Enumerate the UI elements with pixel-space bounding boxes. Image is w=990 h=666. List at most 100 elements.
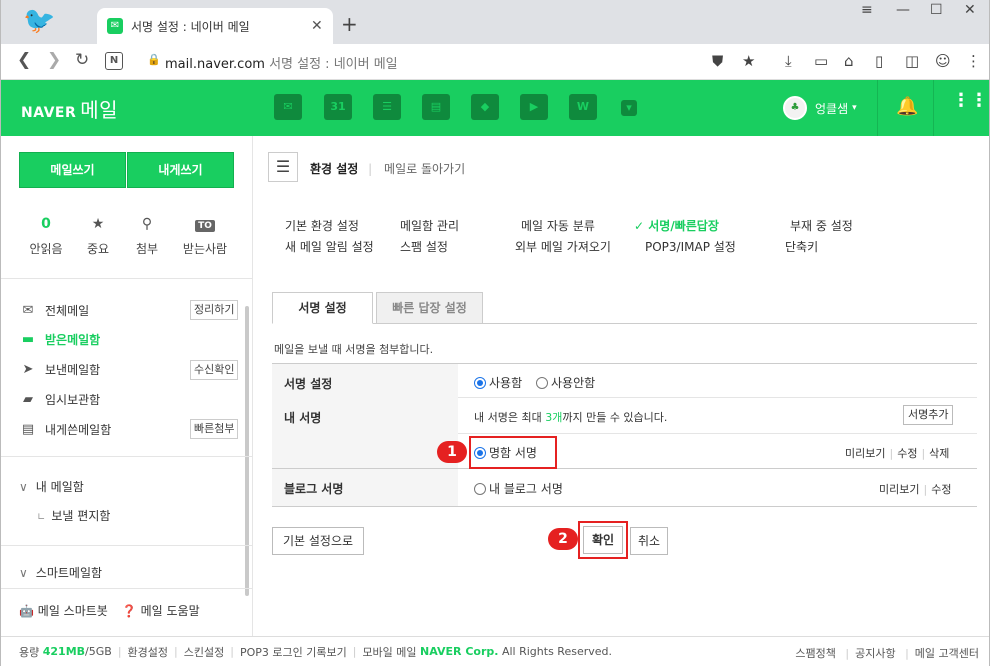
preview-link[interactable]: 미리보기 [845, 447, 885, 460]
home-app-icon[interactable]: W [569, 94, 597, 120]
radio-blog-signature[interactable]: 내 블로그 서명 [474, 480, 563, 497]
reset-default-button[interactable]: 기본 설정으로 [272, 527, 364, 555]
cube-app-icon[interactable]: ◆ [471, 94, 499, 120]
folder-all-mail[interactable]: ✉ 전체메일 [19, 299, 90, 321]
tab-underline [272, 323, 977, 324]
quick-attach-button[interactable]: 빠른첨부 [190, 419, 239, 439]
more-menu-icon[interactable]: ⋮ [966, 52, 981, 70]
footer-link-support[interactable]: 메일 고객센터 [915, 647, 979, 660]
folder-outbox[interactable]: ∟ 보낼 편지함 [37, 507, 110, 524]
tab-close-icon[interactable]: ✕ [311, 18, 333, 34]
quick-to-me[interactable]: TO 받는사람 [180, 216, 230, 257]
step-1-badge: 1 [437, 441, 467, 463]
hamburger-menu-icon[interactable]: ☰ [268, 152, 298, 182]
settings-link-mailbox[interactable]: 메일함 관리 [400, 217, 540, 234]
row-label-my-signature: 내 서명 [284, 411, 322, 425]
sidebar-icon[interactable]: ◫ [905, 52, 919, 70]
quick-unread[interactable]: 0 안읽음 [21, 216, 71, 257]
folder-label: 보낸메일함 [45, 362, 101, 377]
more-apps-icon[interactable]: ▾ [621, 100, 637, 116]
tab-signature[interactable]: 서명 설정 [272, 292, 373, 324]
smartbot-link[interactable]: 🤖 메일 스마트봇 [19, 602, 108, 619]
camera-icon[interactable]: ⌂ [844, 52, 854, 70]
quick-important[interactable]: ★ 중요 [73, 216, 123, 257]
edit-link[interactable]: 수정 [931, 483, 951, 496]
tab-quick-reply[interactable]: 빠른 답장 설정 [376, 292, 483, 324]
app-grid-icon[interactable]: ⋮⋮⋮ [952, 92, 990, 110]
naver-mail-logo[interactable]: NAVER 메일 [21, 94, 118, 123]
folder-sent[interactable]: ➤ 보낸메일함 [19, 358, 101, 380]
delete-link[interactable]: 삭제 [929, 447, 949, 460]
bell-icon[interactable]: 🔔 [896, 96, 918, 117]
footer-link-spam-policy[interactable]: 스팸정책 [795, 647, 835, 660]
my-mailbox-group[interactable]: ∨ 내 메일함 [19, 478, 84, 495]
quick-attachment[interactable]: ⚲ 첨부 [122, 216, 172, 257]
reload-icon[interactable]: ↻ [75, 50, 89, 70]
write-to-self-button[interactable]: 내게쓰기 [127, 152, 234, 188]
browser-toolbar: ❮ ❯ ↻ N 🔒 mail.naver.com 서명 설정 : 네이버 메일 … [1, 44, 989, 80]
folder-inbox[interactable]: ▬ 받은메일함 [19, 328, 100, 350]
settings-link-import[interactable]: 외부 메일 가져오기 [515, 238, 655, 255]
preview-link[interactable]: 미리보기 [879, 483, 919, 496]
radio-use[interactable]: 사용함 [474, 374, 522, 391]
close-window-icon[interactable]: ✕ [964, 2, 976, 18]
limit-suffix: 까지 만들 수 있습니다. [562, 411, 668, 424]
blog-signature-label: 내 블로그 서명 [489, 482, 563, 496]
settings-link-signature[interactable]: ✓ 서명/빠른답장 [634, 217, 774, 234]
page-title: 환경 설정 [310, 162, 359, 176]
download-icon[interactable]: ⤓ [785, 52, 792, 70]
maximize-icon[interactable]: ☐ [930, 2, 943, 18]
tree-branch-icon: ∟ [37, 512, 46, 523]
footer-link-notice[interactable]: 공지사항 [855, 647, 895, 660]
video-icon[interactable]: ▭ [814, 52, 828, 70]
mail-footer: 용량 421MB /5GB | 환경설정 | 스킨설정 | POP3 로그인 기록보기… [1, 636, 989, 666]
url-page-title: 서명 설정 : 네이버 메일 [269, 57, 398, 72]
sidebar-scrollbar[interactable] [245, 306, 249, 596]
row-divider [458, 433, 977, 434]
calendar-app-icon[interactable]: 31 [324, 94, 352, 120]
tab-menu-icon[interactable]: ≡ [861, 2, 873, 18]
add-signature-button[interactable]: 서명추가 [903, 405, 954, 425]
account-icon[interactable]: ☺ [935, 52, 951, 70]
sidebar-bottom: 🤖 메일 스마트봇 ❓ 메일 도움말 [19, 602, 200, 619]
smart-mailbox-group[interactable]: ∨ 스마트메일함 [19, 564, 102, 581]
footer-link-skin[interactable]: 스킨설정 [184, 644, 224, 660]
write-mail-button[interactable]: 메일쓰기 [19, 152, 126, 188]
mail-app-icon[interactable]: ✉ [274, 94, 302, 120]
back-icon[interactable]: ❮ [17, 50, 31, 70]
folder-drafts[interactable]: ▰ 임시보관함 [19, 388, 100, 410]
reader-icon[interactable]: ▯ [875, 52, 883, 70]
smartbot-label: 메일 스마트봇 [37, 604, 108, 618]
naver-home-icon[interactable]: N [105, 52, 123, 70]
footer-link-pop3-log[interactable]: POP3 로그인 기록보기 [240, 644, 347, 660]
footer-link-mobile[interactable]: 모바일 메일 [362, 644, 416, 660]
address-bar[interactable]: mail.naver.com 서명 설정 : 네이버 메일 [165, 53, 398, 72]
help-link[interactable]: ❓ 메일 도움말 [122, 602, 200, 619]
user-name: 엉클샘 [815, 101, 849, 116]
row-divider [272, 468, 977, 469]
confirm-button[interactable]: 확인 [583, 526, 623, 554]
browser-tab[interactable]: ✉ 서명 설정 : 네이버 메일 ✕ [97, 8, 333, 44]
radio-not-use[interactable]: 사용안함 [536, 374, 595, 391]
organize-button[interactable]: 정리하기 [190, 300, 239, 320]
list-app-icon[interactable]: ☰ [373, 94, 401, 120]
naver-mail-favicon-icon: ✉ [107, 18, 123, 34]
read-receipt-button[interactable]: 수신확인 [190, 360, 239, 380]
footer-link-settings[interactable]: 환경설정 [128, 644, 168, 660]
forward-icon[interactable]: ❯ [47, 50, 61, 70]
contacts-app-icon[interactable]: ▤ [422, 94, 450, 120]
cancel-button[interactable]: 취소 [630, 527, 668, 555]
settings-link-away[interactable]: 부재 중 설정 [790, 217, 930, 234]
minimize-icon[interactable]: — [896, 2, 910, 18]
star-icon[interactable]: ★ [742, 52, 755, 70]
user-profile[interactable]: ♣ 엉클샘 ▾ [783, 96, 857, 120]
shield-icon[interactable]: ⛊ [712, 52, 723, 70]
media-app-icon[interactable]: ▶ [520, 94, 548, 120]
settings-link-shortcuts[interactable]: 단축키 [785, 238, 925, 255]
edit-link[interactable]: 수정 [897, 447, 917, 460]
folder-label: 전체메일 [45, 303, 90, 318]
settings-link-pop3[interactable]: POP3/IMAP 설정 [645, 238, 785, 255]
folder-to-self[interactable]: ▤ 내게쓴메일함 [19, 418, 111, 440]
new-tab-icon[interactable]: + [341, 12, 358, 36]
back-to-mail-link[interactable]: 메일로 돌아가기 [384, 162, 465, 176]
